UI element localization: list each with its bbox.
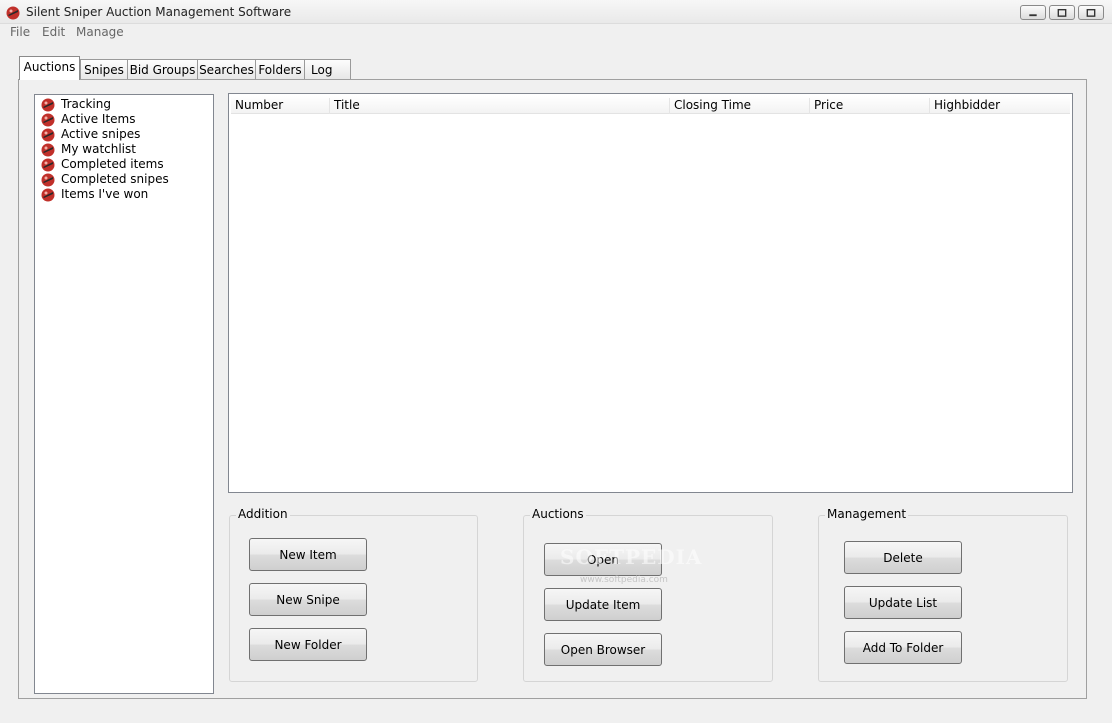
new-item-button[interactable]: New Item (249, 538, 367, 571)
list-header: Number Title Closing Time Price Highbidd… (231, 96, 1070, 114)
window-title: Silent Sniper Auction Management Softwar… (26, 5, 292, 19)
menu-file[interactable]: File (10, 25, 30, 39)
management-group-title: Management (825, 507, 909, 521)
sniper-logo-icon (41, 128, 55, 142)
open-browser-button[interactable]: Open Browser (544, 633, 662, 666)
open-button[interactable]: Open (544, 543, 662, 576)
title-bar: Silent Sniper Auction Management Softwar… (0, 0, 1112, 24)
new-folder-button[interactable]: New Folder (249, 628, 367, 661)
sniper-logo-icon (41, 98, 55, 112)
sniper-logo-icon (41, 143, 55, 157)
tab-bid-groups[interactable]: Bid Groups (127, 59, 198, 80)
sniper-logo-icon (41, 173, 55, 187)
sniper-logo-icon (6, 6, 20, 20)
restore-icon (1057, 9, 1067, 17)
restore-button[interactable] (1049, 5, 1075, 20)
addition-group-title: Addition (236, 507, 290, 521)
tab-searches[interactable]: Searches (197, 59, 256, 80)
auctions-group-title: Auctions (530, 507, 586, 521)
close-button[interactable] (1078, 5, 1104, 20)
tab-log[interactable]: Log (304, 59, 351, 80)
update-item-button[interactable]: Update Item (544, 588, 662, 621)
tab-folders[interactable]: Folders (255, 59, 305, 80)
tree-item-label: Active Items (61, 112, 136, 126)
tree-item-label: Completed snipes (61, 172, 169, 186)
sniper-logo-icon (41, 113, 55, 127)
tree-item-label: Tracking (61, 97, 111, 111)
column-header-closing-time[interactable]: Closing Time (669, 98, 809, 114)
delete-button[interactable]: Delete (844, 541, 962, 574)
menu-edit[interactable]: Edit (42, 25, 65, 39)
column-header-highbidder[interactable]: Highbidder (929, 98, 1069, 114)
minimize-icon (1029, 14, 1037, 17)
menu-bar: File Edit Manage (0, 24, 1112, 42)
column-header-price[interactable]: Price (809, 98, 929, 114)
tree-item-label: My watchlist (61, 142, 136, 156)
column-header-title[interactable]: Title (329, 98, 669, 114)
menu-manage[interactable]: Manage (76, 25, 124, 39)
auctions-list[interactable]: Number Title Closing Time Price Highbidd… (228, 93, 1073, 493)
tab-snipes[interactable]: Snipes (80, 59, 128, 80)
sniper-logo-icon (41, 188, 55, 202)
tree-item-label: Completed items (61, 157, 164, 171)
sniper-logo-icon (41, 158, 55, 172)
new-snipe-button[interactable]: New Snipe (249, 583, 367, 616)
minimize-button[interactable] (1020, 5, 1046, 20)
update-list-button[interactable]: Update List (844, 586, 962, 619)
add-to-folder-button[interactable]: Add To Folder (844, 631, 962, 664)
tree-item-label: Items I've won (61, 187, 149, 201)
close-icon (1086, 9, 1096, 17)
tree-item-label: Active snipes (61, 127, 141, 141)
column-header-number[interactable]: Number (231, 98, 329, 114)
tab-auctions[interactable]: Auctions (19, 56, 80, 80)
category-tree[interactable]: Tracking Active Items Active snipes My w… (34, 94, 214, 694)
